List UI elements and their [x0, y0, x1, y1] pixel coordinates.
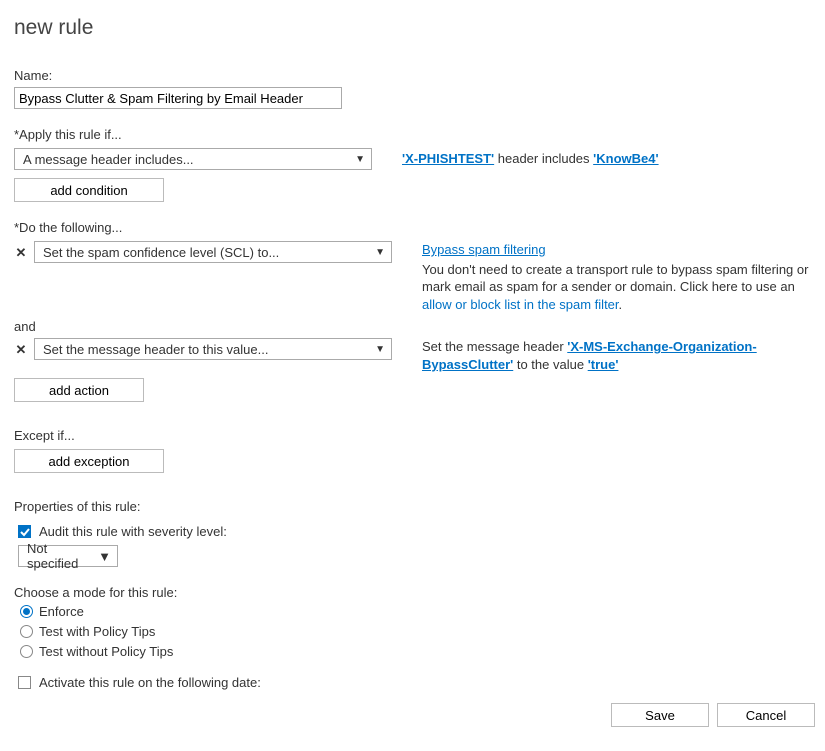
activate-date-label: Activate this rule on the following date…	[39, 675, 261, 690]
action-1-dropdown[interactable]: Set the spam confidence level (SCL) to..…	[34, 241, 392, 263]
add-action-button[interactable]: add action	[14, 378, 144, 402]
caret-down-icon: ▼	[375, 247, 385, 258]
condition-value-link[interactable]: 'KnowBe4'	[593, 151, 658, 166]
action2-mid-text: to the value	[513, 357, 587, 372]
caret-down-icon: ▼	[375, 344, 385, 355]
mode-test-tips-label: Test with Policy Tips	[39, 624, 155, 639]
do-following-label: *Do the following...	[14, 220, 811, 235]
add-condition-button[interactable]: add condition	[14, 178, 164, 202]
severity-value: Not specified	[27, 541, 98, 571]
action-1-dropdown-text: Set the spam confidence level (SCL) to..…	[43, 245, 279, 260]
cancel-button[interactable]: Cancel	[717, 703, 815, 727]
action2-pre-text: Set the message header	[422, 339, 567, 354]
bypass-spam-link[interactable]: Bypass spam filtering	[422, 242, 546, 257]
period: .	[619, 297, 623, 312]
severity-dropdown[interactable]: Not specified ▼	[18, 545, 118, 567]
and-label: and	[14, 319, 811, 334]
audit-label: Audit this rule with severity level:	[39, 524, 227, 539]
apply-rule-label: *Apply this rule if...	[14, 127, 811, 142]
remove-action-1-icon[interactable]: ✕	[14, 246, 28, 259]
mode-label: Choose a mode for this rule:	[14, 585, 811, 600]
mode-enforce-radio[interactable]	[20, 605, 33, 618]
mode-test-notips-label: Test without Policy Tips	[39, 644, 173, 659]
condition-mid-text: header includes	[494, 151, 593, 166]
remove-action-2-icon[interactable]: ✕	[14, 343, 28, 356]
condition-header-link[interactable]: 'X-PHISHTEST'	[402, 151, 494, 166]
mode-test-tips-radio[interactable]	[20, 625, 33, 638]
save-button[interactable]: Save	[611, 703, 709, 727]
activate-date-checkbox[interactable]	[18, 676, 31, 689]
action-2-dropdown[interactable]: Set the message header to this value... …	[34, 338, 392, 360]
mode-enforce-label: Enforce	[39, 604, 84, 619]
condition-dropdown[interactable]: A message header includes... ▼	[14, 148, 372, 170]
page-title: new rule	[14, 16, 811, 40]
allow-block-list-link[interactable]: allow or block list in the spam filter	[422, 297, 619, 312]
rule-name-input[interactable]	[14, 87, 342, 109]
except-if-label: Except if...	[14, 428, 811, 443]
audit-checkbox[interactable]	[18, 525, 31, 538]
bypass-desc-text: You don't need to create a transport rul…	[422, 262, 808, 295]
name-label: Name:	[14, 68, 811, 83]
action2-value-link[interactable]: 'true'	[588, 357, 619, 372]
mode-test-notips-radio[interactable]	[20, 645, 33, 658]
action-2-dropdown-text: Set the message header to this value...	[43, 342, 268, 357]
add-exception-button[interactable]: add exception	[14, 449, 164, 473]
properties-label: Properties of this rule:	[14, 499, 811, 514]
caret-down-icon: ▼	[355, 154, 365, 165]
caret-down-icon: ▼	[98, 549, 111, 564]
condition-dropdown-text: A message header includes...	[23, 152, 194, 167]
